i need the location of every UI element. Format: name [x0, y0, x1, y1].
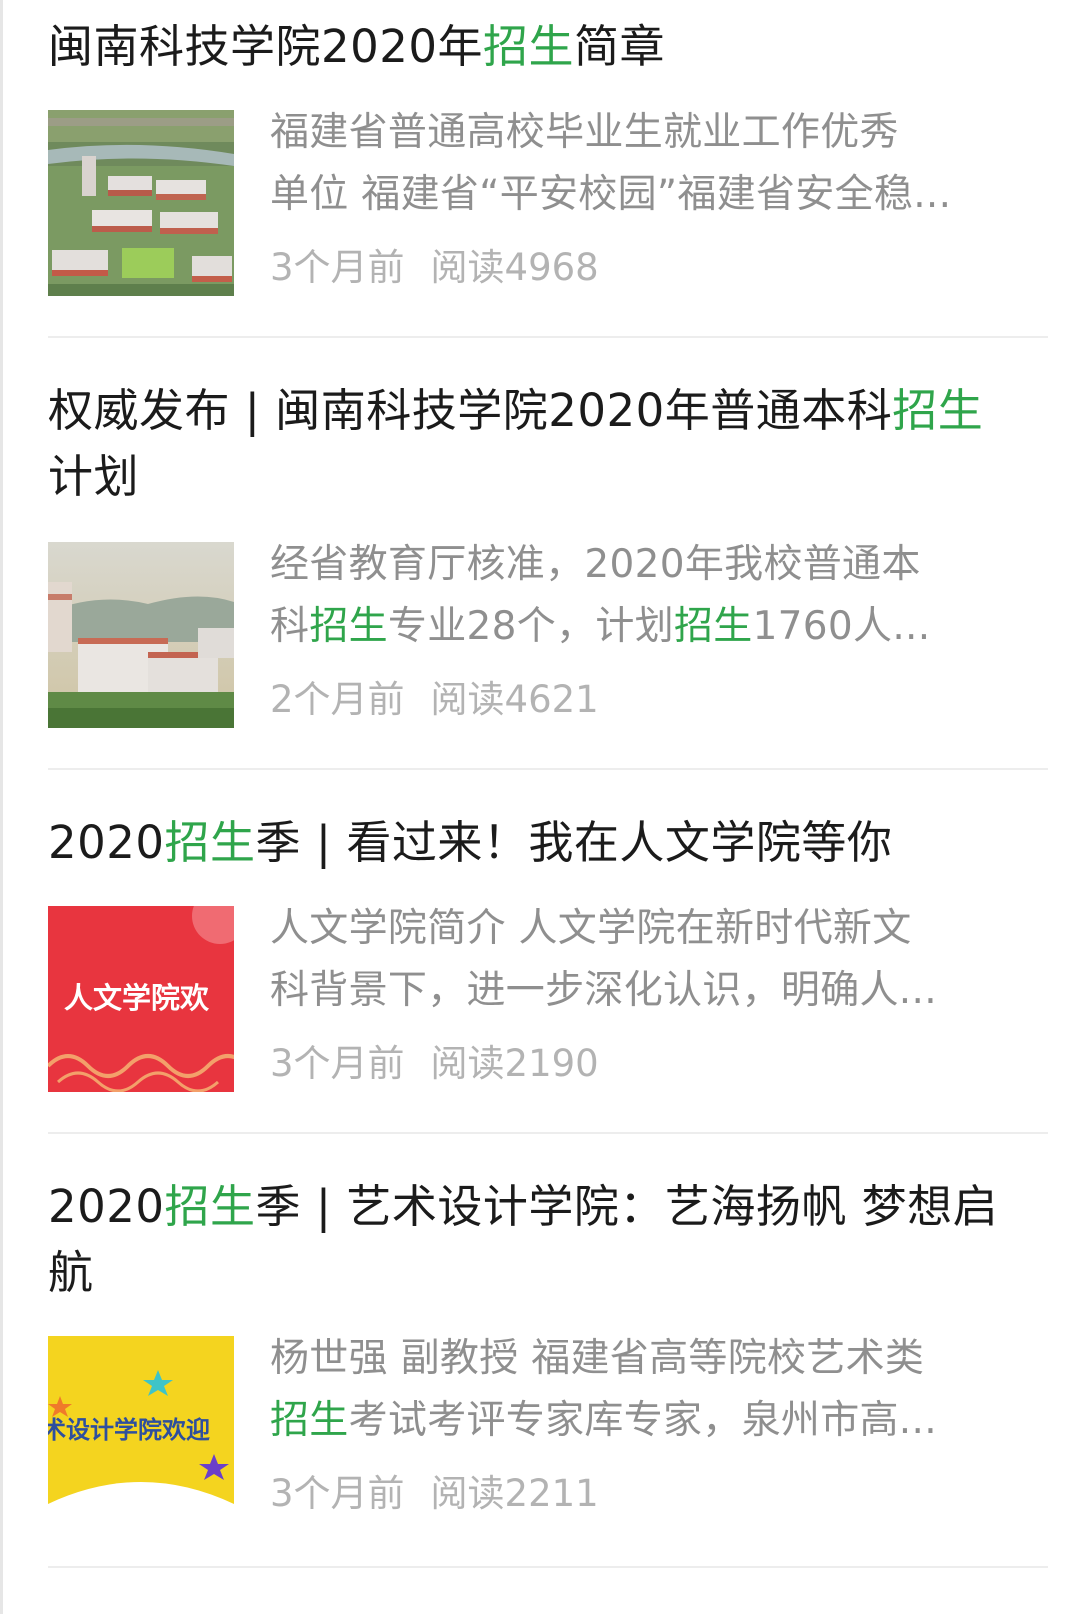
text-segment: 2020 — [48, 816, 165, 869]
text-segment: 福建省普通高校毕业生就业工作优秀 — [270, 110, 899, 155]
publish-time: 3个月前 — [270, 246, 405, 289]
text-segment: 经省教育厅核准，2020年我校普通本 — [270, 542, 921, 587]
publish-time: 2个月前 — [270, 678, 405, 721]
read-count: 阅读2211 — [430, 1472, 599, 1515]
campus-building-image — [48, 542, 234, 728]
text-segment: 计划 — [48, 450, 140, 503]
text-segment: 1760人... — [752, 604, 931, 649]
text-segment: 科 — [270, 604, 310, 649]
article-meta: 3个月前 阅读4968 — [270, 246, 599, 290]
banner-text: 人文学院欢 — [64, 981, 210, 1015]
summary-line: 招生考试考评专家库专家，泉州市高... — [270, 1390, 1005, 1452]
article-summary: 人文学院简介 人文学院在新时代新文 科背景下，进一步深化认识，明确人... — [270, 898, 1005, 1022]
publish-time: 3个月前 — [270, 1472, 405, 1515]
text-segment: 季 | 看过来！我在人文学院等你 — [255, 816, 893, 869]
keyword-highlight: 招生 — [309, 604, 388, 649]
summary-line: 经省教育厅核准，2020年我校普通本 — [270, 534, 1005, 596]
article-item[interactable]: 2020招生季 | 看过来！我在人文学院等你 人文学院欢 人文学院简介 人文学院… — [48, 810, 1050, 1110]
article-meta: 2个月前 阅读4621 — [270, 678, 599, 722]
text-segment: 科背景下，进一步深化认识，明确人... — [270, 968, 937, 1013]
publish-time: 3个月前 — [270, 1042, 405, 1085]
summary-line: 福建省普通高校毕业生就业工作优秀 — [270, 102, 1005, 164]
left-edge — [0, 0, 3, 1614]
article-item[interactable]: 闽南科技学院2020年招生简章 福建省普通高校毕业生就业工作优秀 单位 福建省“… — [48, 14, 1050, 324]
keyword-highlight: 招生 — [164, 816, 256, 869]
divider — [48, 336, 1048, 338]
summary-line: 科招生专业28个，计划招生1760人... — [270, 596, 1005, 658]
banner-text: 术设计学院欢迎 — [48, 1416, 210, 1444]
text-segment: 单位 福建省“平安校园”福建省安全稳... — [270, 172, 952, 217]
text-segment: 专业28个，计划 — [387, 604, 674, 649]
text-segment: 2020 — [48, 1180, 165, 1233]
campus-aerial-image — [48, 110, 234, 296]
keyword-highlight: 招生 — [892, 384, 984, 437]
keyword-highlight: 招生 — [164, 1180, 256, 1233]
text-segment: 人文学院简介 人文学院在新时代新文 — [270, 906, 912, 951]
summary-line: 单位 福建省“平安校园”福建省安全稳... — [270, 164, 1005, 226]
article-title[interactable]: 2020招生季 | 艺术设计学院：艺海扬帆 梦想启航 — [48, 1174, 1008, 1306]
yellow-banner-image: 术设计学院欢迎 — [48, 1336, 234, 1522]
article-item[interactable]: 权威发布 | 闽南科技学院2020年普通本科招生计划 经省教育厅核准，2020年… — [48, 378, 1050, 748]
red-banner-image: 人文学院欢 — [48, 906, 234, 1092]
summary-line: 科背景下，进一步深化认识，明确人... — [270, 960, 1005, 1022]
article-meta: 3个月前 阅读2211 — [270, 1472, 599, 1516]
article-summary: 经省教育厅核准，2020年我校普通本 科招生专业28个，计划招生1760人... — [270, 534, 1005, 658]
text-segment: 权威发布 | 闽南科技学院2020年普通本科 — [48, 384, 893, 437]
text-segment: 杨世强 副教授 福建省高等院校艺术类 — [270, 1336, 925, 1381]
summary-line: 杨世强 副教授 福建省高等院校艺术类 — [270, 1328, 1005, 1390]
article-summary: 杨世强 副教授 福建省高等院校艺术类 招生考试考评专家库专家，泉州市高... — [270, 1328, 1005, 1452]
article-title[interactable]: 权威发布 | 闽南科技学院2020年普通本科招生计划 — [48, 378, 1008, 510]
divider — [48, 1132, 1048, 1134]
keyword-highlight: 招生 — [673, 604, 753, 649]
article-meta: 3个月前 阅读2190 — [270, 1042, 599, 1086]
text-segment: 简章 — [574, 20, 666, 73]
keyword-highlight: 招生 — [270, 1398, 349, 1443]
keyword-highlight: 招生 — [483, 20, 575, 73]
article-summary: 福建省普通高校毕业生就业工作优秀 单位 福建省“平安校园”福建省安全稳... — [270, 102, 1005, 226]
article-title[interactable]: 闽南科技学院2020年招生简章 — [48, 14, 1008, 80]
summary-line: 人文学院简介 人文学院在新时代新文 — [270, 898, 1005, 960]
read-count: 阅读4968 — [430, 246, 599, 289]
read-count: 阅读2190 — [430, 1042, 599, 1085]
text-segment: 考试考评专家库专家，泉州市高... — [348, 1398, 937, 1443]
text-segment: 闽南科技学院2020年 — [48, 20, 484, 73]
article-title[interactable]: 2020招生季 | 看过来！我在人文学院等你 — [48, 810, 1008, 876]
divider — [48, 1566, 1048, 1568]
divider — [48, 768, 1048, 770]
read-count: 阅读4621 — [430, 678, 599, 721]
article-item[interactable]: 2020招生季 | 艺术设计学院：艺海扬帆 梦想启航 术设计学院欢迎 杨世强 副… — [48, 1174, 1050, 1544]
